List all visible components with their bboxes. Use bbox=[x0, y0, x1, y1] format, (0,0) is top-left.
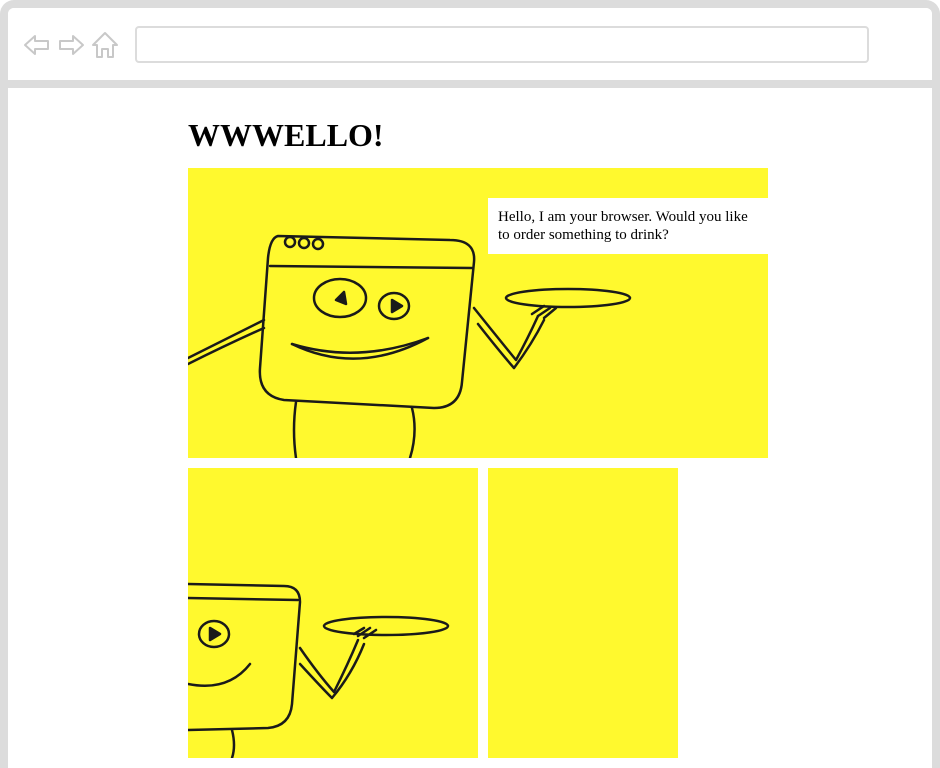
url-bar[interactable] bbox=[135, 26, 869, 63]
browser-character-cropped-drawing bbox=[188, 582, 450, 758]
forward-arrow-icon[interactable] bbox=[56, 30, 86, 60]
browser-window: WWWELLO! Hello, I am your browser. Would… bbox=[0, 0, 940, 768]
back-arrow-icon[interactable] bbox=[22, 30, 52, 60]
comic-panel-bottom-left bbox=[188, 468, 478, 758]
page-title: WWWELLO! bbox=[188, 117, 384, 153]
comic-panel-main: Hello, I am your browser. Would you like… bbox=[188, 168, 768, 458]
speech-bubble: Hello, I am your browser. Would you like… bbox=[488, 198, 768, 254]
home-icon[interactable] bbox=[90, 30, 120, 60]
comic-panel-bottom-right bbox=[488, 468, 678, 758]
page-content: WWWELLO! Hello, I am your browser. Would… bbox=[8, 88, 932, 768]
browser-toolbar bbox=[8, 8, 932, 88]
